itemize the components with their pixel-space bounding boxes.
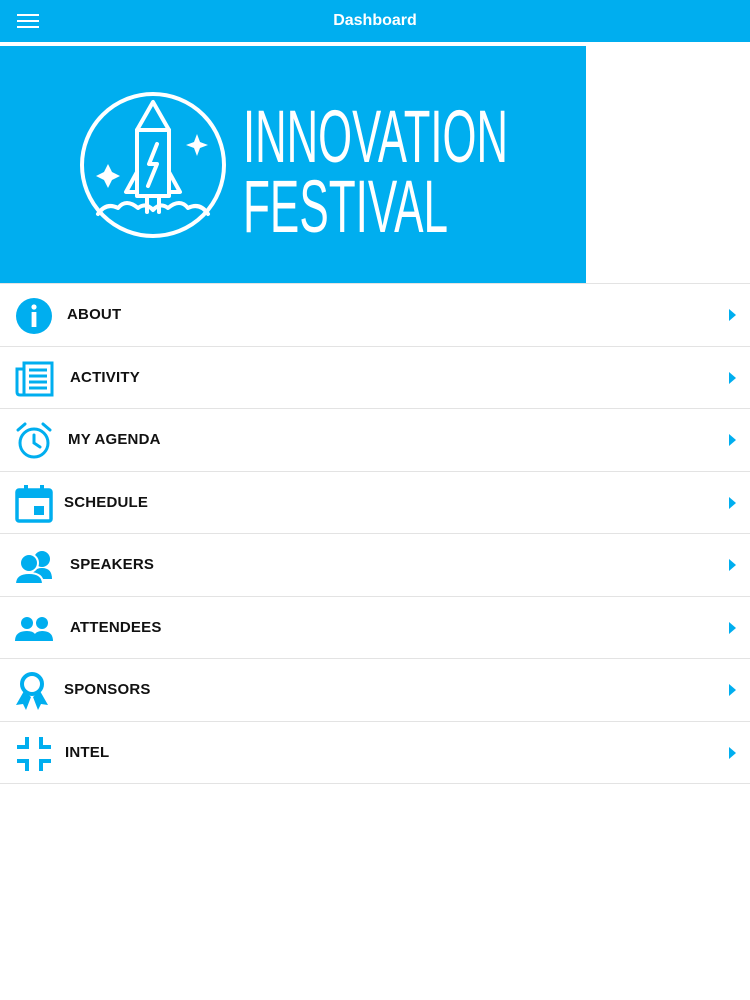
menu-item-sponsors[interactable]: SPONSORS [0, 659, 750, 722]
menu-item-label: ABOUT [67, 306, 122, 323]
menu-item-label: ATTENDEES [70, 618, 162, 636]
page-title: Dashboard [333, 12, 417, 29]
menu-item-label: ACTIVITY [70, 368, 140, 386]
people-icon [14, 609, 54, 649]
menu-item-schedule[interactable]: SCHEDULE [0, 472, 750, 534]
chevron-right-icon [729, 496, 736, 509]
menu-item-activity[interactable]: ACTIVITY [0, 347, 750, 409]
chevron-right-icon [729, 559, 736, 571]
calendar-icon [14, 484, 54, 524]
menu-item-intel[interactable]: INTEL [0, 722, 750, 784]
ribbon-award-icon [14, 671, 54, 711]
menu-item-label: SCHEDULE [64, 493, 149, 511]
banner-line-2: FESTIVAL [243, 165, 448, 248]
compress-icon [14, 734, 54, 774]
chevron-right-icon [729, 684, 736, 696]
chevron-right-icon [729, 746, 736, 759]
menu-item-speakers[interactable]: SPEAKERS [0, 534, 750, 597]
chevron-right-icon [729, 434, 736, 446]
speakers-icon [14, 546, 54, 586]
dashboard-menu: ABOUT ACTIVITY MY AGENDA SCHEDULE SPEAKE… [0, 283, 750, 784]
menu-item-label: SPONSORS [64, 681, 151, 698]
chevron-right-icon [729, 309, 736, 321]
menu-item-label: MY AGENDA [68, 431, 161, 448]
menu-item-my-agenda[interactable]: MY AGENDA [0, 409, 750, 472]
menu-item-label: SPEAKERS [70, 556, 155, 573]
menu-item-about[interactable]: ABOUT [0, 284, 750, 347]
menu-item-label: INTEL [65, 743, 110, 761]
chevron-right-icon [729, 371, 736, 384]
chevron-right-icon [729, 621, 736, 634]
top-app-bar: Dashboard [0, 0, 750, 42]
alarm-clock-icon [14, 421, 54, 461]
festival-banner: INNOVATION FESTIVAL [0, 46, 586, 284]
newspaper-icon [14, 359, 54, 399]
rocket-logo-icon [80, 92, 226, 238]
info-icon [14, 296, 54, 336]
menu-item-attendees[interactable]: ATTENDEES [0, 597, 750, 659]
